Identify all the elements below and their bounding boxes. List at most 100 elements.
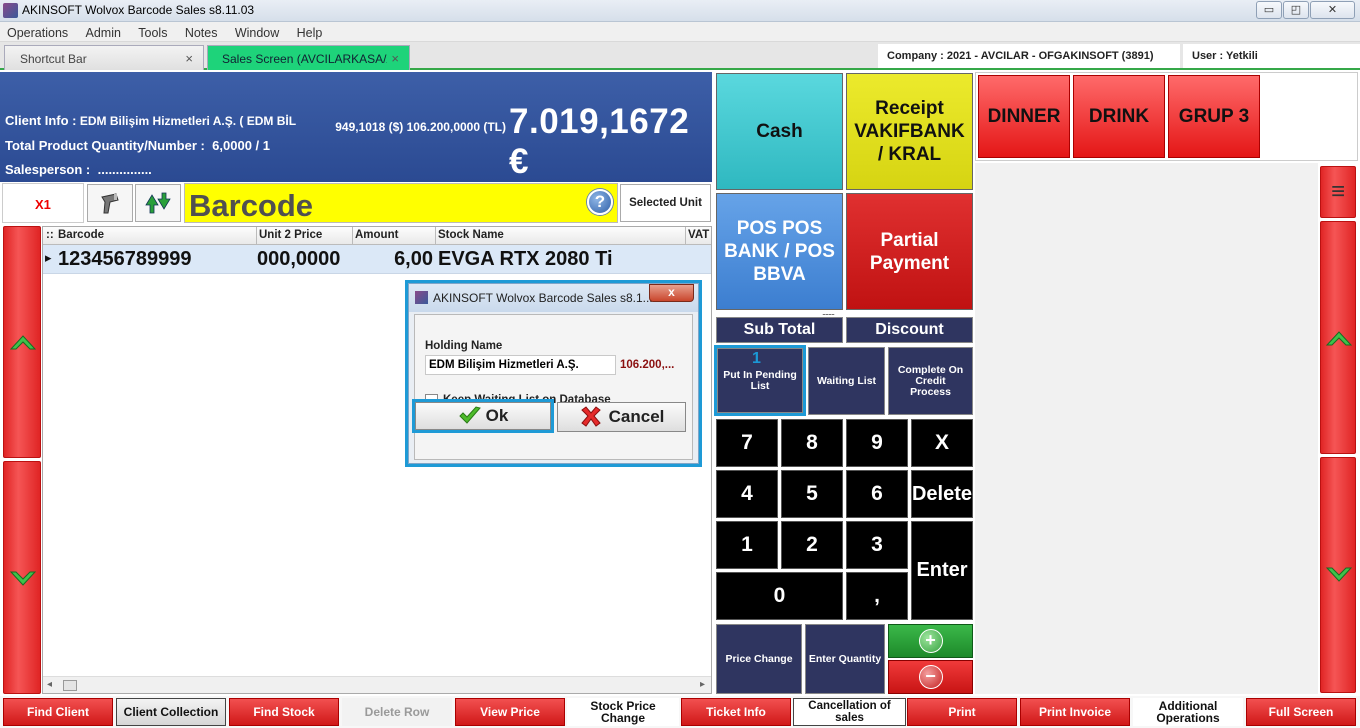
- app-icon: [415, 291, 428, 304]
- scroll-right-icon[interactable]: ▸: [700, 679, 705, 690]
- col-unit-price[interactable]: Unit 2 Price: [259, 229, 322, 241]
- complete-credit-button[interactable]: Complete On Credit Process: [888, 347, 973, 415]
- enter-quantity-button[interactable]: Enter Quantity: [805, 624, 885, 694]
- key-5[interactable]: 5: [781, 470, 843, 518]
- selected-unit-button[interactable]: Selected Unit: [620, 184, 711, 222]
- cell-stock-name: EVGA RTX 2080 Ti: [438, 248, 613, 270]
- key-comma[interactable]: ,: [846, 572, 908, 620]
- col-stock-name[interactable]: Stock Name: [438, 229, 504, 241]
- receipt-button[interactable]: Receipt VAKIFBANK / KRAL: [846, 73, 973, 190]
- exchange-arrows-icon: [145, 192, 171, 214]
- menu-admin[interactable]: Admin: [79, 22, 128, 42]
- scroll-thumb[interactable]: [63, 680, 77, 691]
- menu-icon[interactable]: ≡: [1320, 166, 1356, 218]
- menu-bar: Operations Admin Tools Notes Window Help: [0, 22, 1360, 42]
- view-price-button[interactable]: View Price: [455, 698, 565, 726]
- category-grup-3[interactable]: GRUP 3: [1168, 75, 1260, 158]
- find-stock-button[interactable]: Find Stock: [229, 698, 339, 726]
- client-panel: Client Info : EDM Bilişim Hizmetleri A.Ş…: [0, 72, 712, 182]
- subtotal-button[interactable]: Sub Total: [716, 317, 843, 343]
- col-barcode[interactable]: Barcode: [58, 229, 104, 241]
- menu-notes[interactable]: Notes: [178, 22, 225, 42]
- table-row[interactable]: ▸ 123456789999 000,0000 6,00 EVGA RTX 20…: [43, 245, 711, 274]
- category-drink[interactable]: DRINK: [1073, 75, 1165, 158]
- client-collection-button[interactable]: Client Collection: [116, 698, 226, 726]
- key-multiply[interactable]: X: [911, 419, 973, 467]
- scanner-button[interactable]: [87, 184, 133, 222]
- barcode-input[interactable]: Barcode: [184, 183, 618, 223]
- key-3[interactable]: 3: [846, 521, 908, 569]
- discount-button[interactable]: Discount: [846, 317, 973, 343]
- key-8[interactable]: 8: [781, 419, 843, 467]
- find-client-button[interactable]: Find Client: [3, 698, 113, 726]
- key-6[interactable]: 6: [846, 470, 908, 518]
- grid-corner: ::: [46, 229, 54, 241]
- tab-close-icon[interactable]: ×: [387, 51, 399, 66]
- key-delete[interactable]: Delete: [911, 470, 973, 518]
- pos-button[interactable]: POS POS BANK / POS BBVA: [716, 193, 843, 310]
- right-scroll-down-button[interactable]: [1320, 457, 1356, 693]
- menu-tools[interactable]: Tools: [131, 22, 174, 42]
- decrease-button[interactable]: −: [888, 660, 973, 694]
- print-button[interactable]: Print: [907, 698, 1017, 726]
- ok-button[interactable]: Ok: [412, 399, 554, 433]
- scroll-up-button[interactable]: [3, 226, 41, 458]
- minimize-button[interactable]: ▭: [1256, 1, 1282, 19]
- right-scroll-up-button[interactable]: [1320, 221, 1356, 454]
- dialog-close-button[interactable]: x: [649, 284, 694, 302]
- partial-payment-button[interactable]: Partial Payment: [846, 193, 973, 310]
- grand-total: 7.019,1672 €: [509, 102, 690, 181]
- key-7[interactable]: 7: [716, 419, 778, 467]
- chevron-down-icon: [1325, 567, 1353, 582]
- dialog-body: Holding Name EDM Bilişim Hizmetleri A.Ş.…: [414, 314, 693, 460]
- key-0[interactable]: 0: [716, 572, 843, 620]
- stock-price-change-button[interactable]: Stock Price Change: [567, 698, 679, 726]
- print-invoice-button[interactable]: Print Invoice: [1020, 698, 1130, 726]
- checkmark-icon: [458, 406, 481, 424]
- scroll-down-button[interactable]: [3, 461, 41, 694]
- row-marker: ▸: [45, 250, 52, 265]
- tab-sales-screen[interactable]: Sales Screen (AVCILARKASA/A ×: [207, 45, 410, 70]
- full-screen-button[interactable]: Full Screen: [1246, 698, 1356, 726]
- tab-shortcut-bar[interactable]: Shortcut Bar ×: [4, 45, 204, 70]
- menu-help[interactable]: Help: [290, 22, 330, 42]
- category-dinner[interactable]: DINNER: [978, 75, 1070, 158]
- salesperson-label: Salesperson :: [5, 162, 91, 177]
- help-icon[interactable]: ?: [587, 189, 613, 215]
- salesperson-value: ...............: [97, 162, 152, 177]
- key-enter[interactable]: Enter: [911, 521, 973, 620]
- tab-close-icon[interactable]: ×: [185, 51, 193, 66]
- app-icon: [3, 3, 18, 18]
- holding-name-input[interactable]: EDM Bilişim Hizmetleri A.Ş.: [425, 355, 616, 375]
- key-4[interactable]: 4: [716, 470, 778, 518]
- dialog-title-bar: AKINSOFT Wolvox Barcode Sales s8.1... x: [409, 284, 698, 312]
- col-vat[interactable]: VAT: [688, 229, 709, 241]
- additional-operations-button[interactable]: Additional Operations: [1133, 698, 1243, 726]
- close-window-button[interactable]: ✕: [1310, 1, 1355, 19]
- maximize-button[interactable]: ◰: [1283, 1, 1309, 19]
- col-amount[interactable]: Amount: [355, 229, 398, 241]
- menu-operations[interactable]: Operations: [0, 22, 75, 42]
- scroll-left-icon[interactable]: ◂: [47, 679, 52, 690]
- price-change-button[interactable]: Price Change: [716, 624, 802, 694]
- menu-window[interactable]: Window: [228, 22, 286, 42]
- key-2[interactable]: 2: [781, 521, 843, 569]
- waiting-list-button[interactable]: Waiting List: [808, 347, 885, 415]
- cancellation-of-sales-button[interactable]: Cancellation of sales: [793, 698, 906, 726]
- exchange-button[interactable]: [135, 184, 181, 222]
- increase-button[interactable]: +: [888, 624, 973, 658]
- key-1[interactable]: 1: [716, 521, 778, 569]
- tab-label: Shortcut Bar: [20, 52, 87, 66]
- window-title: AKINSOFT Wolvox Barcode Sales s8.11.03: [22, 3, 255, 17]
- plus-icon: +: [918, 629, 943, 653]
- dialog-title: AKINSOFT Wolvox Barcode Sales s8.1...: [433, 291, 653, 305]
- delete-row-button[interactable]: Delete Row: [342, 698, 452, 726]
- annotation-1: 1: [752, 350, 761, 367]
- total-quantity-value: 6,0000 / 1: [212, 138, 270, 153]
- cash-button[interactable]: Cash: [716, 73, 843, 190]
- horizontal-scrollbar[interactable]: ◂ ▸: [43, 676, 711, 693]
- ticket-info-button[interactable]: Ticket Info: [681, 698, 791, 726]
- key-9[interactable]: 9: [846, 419, 908, 467]
- chevron-down-icon: [9, 571, 37, 586]
- cancel-button[interactable]: Cancel: [557, 402, 686, 432]
